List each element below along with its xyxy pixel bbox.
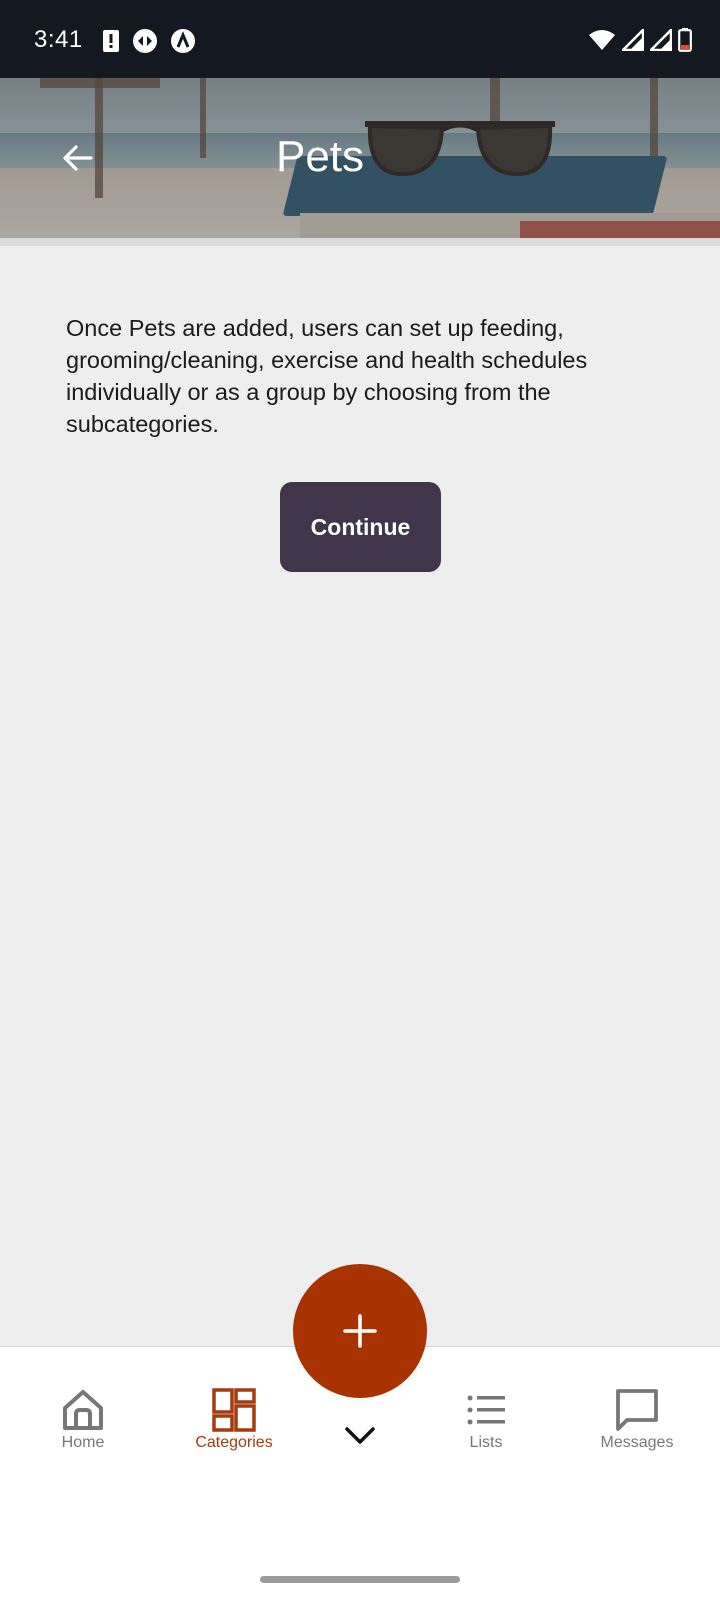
alert-icon bbox=[103, 30, 119, 52]
signal-icon bbox=[622, 29, 644, 51]
categories-grid-icon bbox=[212, 1388, 256, 1432]
header-divider bbox=[0, 238, 720, 246]
list-icon bbox=[467, 1395, 505, 1425]
page-title: Pets bbox=[275, 132, 365, 181]
nav-label-messages: Messages bbox=[600, 1434, 674, 1451]
continue-button[interactable]: Continue bbox=[280, 482, 441, 572]
nav-label-categories: Categories bbox=[195, 1434, 273, 1451]
signal-icon bbox=[650, 29, 672, 51]
expand-button[interactable] bbox=[344, 1426, 376, 1451]
nav-item-categories[interactable]: Categories bbox=[164, 1388, 304, 1452]
add-button[interactable] bbox=[293, 1264, 427, 1398]
status-notification-icons bbox=[102, 28, 196, 54]
description-text: Once Pets are added, users can set up fe… bbox=[66, 315, 588, 437]
header-banner: Pets bbox=[0, 78, 720, 238]
nav-item-home[interactable]: Home bbox=[13, 1388, 153, 1452]
nav-label-home: Home bbox=[61, 1434, 105, 1451]
chevron-down-icon bbox=[345, 1427, 375, 1444]
nav-item-messages[interactable]: Messages bbox=[567, 1388, 707, 1452]
plus-icon bbox=[343, 1314, 377, 1348]
app-notification-icon bbox=[171, 29, 195, 53]
wifi-icon bbox=[589, 30, 615, 50]
data-saver-icon bbox=[133, 29, 157, 53]
home-indicator[interactable] bbox=[260, 1576, 460, 1583]
nav-item-lists[interactable]: Lists bbox=[416, 1388, 556, 1452]
battery-icon bbox=[678, 28, 692, 52]
nav-label-lists: Lists bbox=[469, 1434, 503, 1451]
message-icon bbox=[616, 1389, 658, 1431]
home-icon bbox=[63, 1390, 103, 1430]
status-bar: 3:41 bbox=[0, 0, 720, 78]
status-time: 3:41 bbox=[34, 26, 83, 53]
status-system-icons bbox=[588, 28, 692, 52]
